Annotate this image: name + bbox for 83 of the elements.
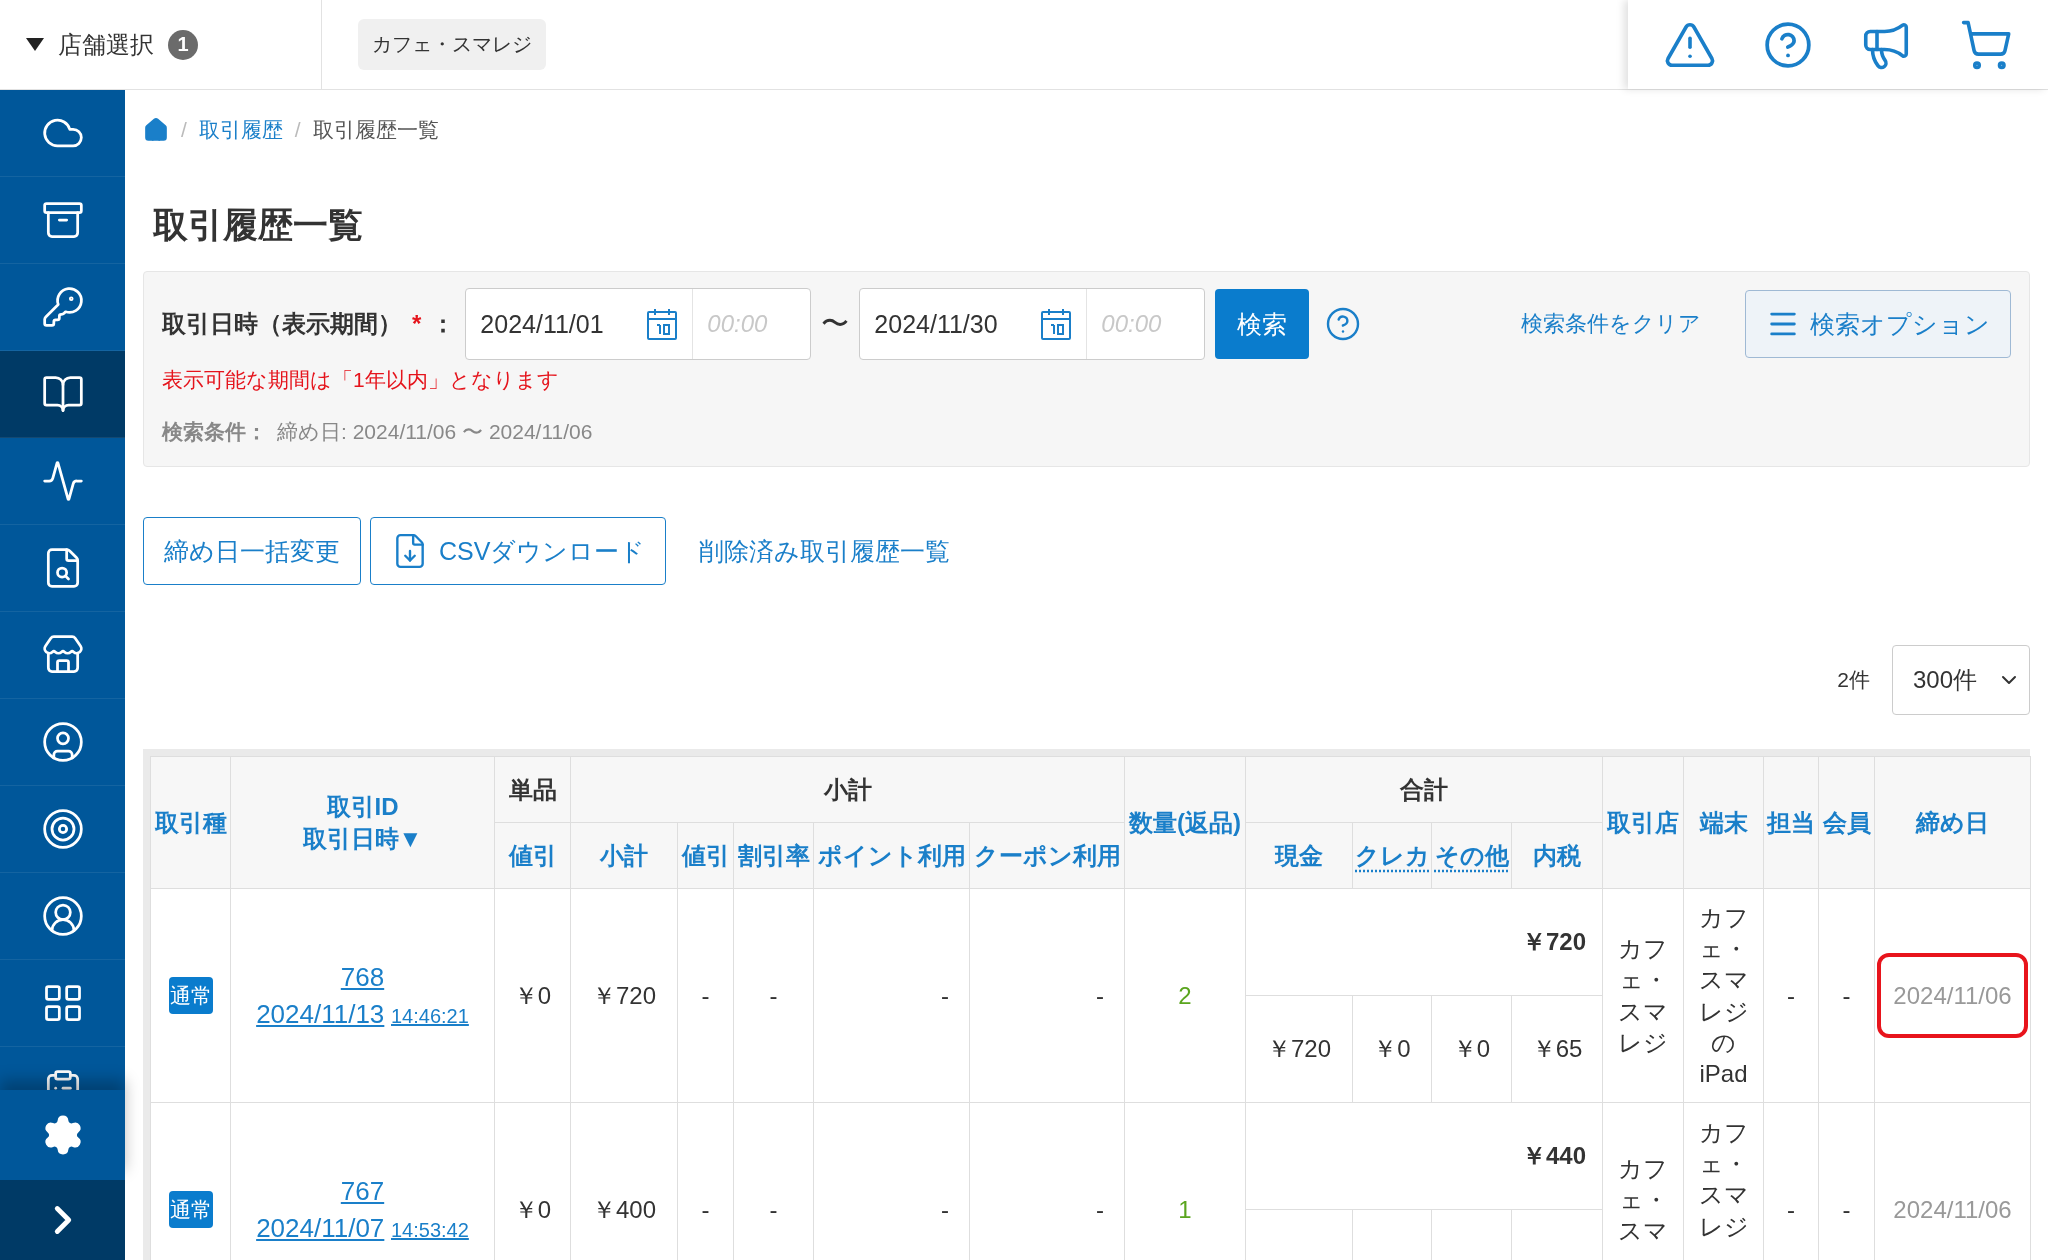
required-mark: * [412, 310, 422, 338]
terminal-cell: カフェ・スマレジのiPad [1683, 888, 1764, 1103]
conditions-text: 締め日: 2024/11/06 〜 2024/11/06 [277, 419, 593, 445]
count-badge: 1 [168, 29, 198, 60]
store-chip: カフェ・スマレジ [358, 19, 546, 70]
column-group-header: 単品 [494, 756, 571, 823]
closing-date: 2024/11/06 [1877, 952, 2028, 1039]
help-icon[interactable] [1325, 306, 1362, 342]
column-header[interactable]: 値引 [677, 822, 734, 889]
table-cell: ￥0 [494, 888, 571, 1103]
result-count: 2件 [1837, 667, 1870, 693]
column-header[interactable]: 会員 [1818, 756, 1875, 889]
column-header[interactable]: 小計 [570, 822, 678, 889]
transaction-time-link[interactable]: 14:46:21 [391, 1004, 469, 1027]
home-icon[interactable] [143, 117, 169, 143]
breadcrumb-current: 取引履歴一覧 [312, 117, 439, 143]
column-group-header: 小計 [570, 756, 1125, 823]
breadcrumb-separator: / [294, 118, 301, 142]
column-header[interactable]: 端末 [1683, 756, 1764, 889]
table-cell: - [969, 888, 1125, 1103]
transaction-id-link[interactable]: 768 [340, 962, 385, 993]
column-header[interactable]: クレカ [1352, 822, 1432, 889]
target-icon [40, 807, 85, 851]
page-size-select[interactable]: 300件 [1892, 645, 2030, 715]
column-group-header: 合計 [1245, 756, 1603, 823]
column-header[interactable]: 締め日 [1874, 756, 2031, 889]
error-message: 表示可能な期間は「1年以内」となります [162, 368, 559, 391]
column-header[interactable]: 現金 [1245, 822, 1353, 889]
type-badge: 通常 [168, 976, 213, 1015]
key-icon [40, 285, 85, 329]
transaction-id-link[interactable]: 767 [340, 1176, 385, 1207]
table-cell: - [677, 888, 734, 1103]
calendar-icon[interactable] [1040, 307, 1073, 341]
type-badge: 通常 [168, 1190, 213, 1229]
table-cell: - [1763, 888, 1819, 1103]
breadcrumb-separator: / [181, 118, 187, 142]
line-chart-icon [40, 459, 85, 503]
colon: ： [431, 309, 456, 339]
sidebar-item[interactable] [0, 351, 125, 438]
column-header[interactable]: 内税 [1511, 822, 1603, 889]
store-cell: カフェ・スマレジ [1602, 888, 1684, 1103]
transaction-time-link[interactable]: 14:53:42 [391, 1218, 469, 1241]
column-header[interactable]: その他 [1431, 822, 1512, 889]
calendar-icon[interactable] [646, 307, 679, 341]
field-label: 取引日時（表示期間） [162, 309, 402, 339]
column-header[interactable]: 値引 [494, 822, 571, 889]
closing-date-button[interactable]: 締め日一括変更 [143, 517, 361, 585]
table-cell: - [813, 888, 970, 1103]
table-cell: ￥720 [570, 888, 678, 1103]
breadcrumb-link[interactable]: 取引履歴 [198, 116, 283, 144]
caret-icon[interactable] [26, 38, 44, 51]
user-icon [40, 894, 85, 938]
store-selector[interactable]: 店舗選択 [58, 28, 154, 61]
table-cell: ￥0 [1352, 995, 1432, 1103]
closing-date: 2024/11/06 [1892, 1194, 2013, 1225]
clear-link[interactable]: 検索条件をクリア [1521, 309, 1701, 339]
help-icon[interactable] [1763, 19, 1813, 70]
column-header[interactable]: ポイント利用 [813, 822, 970, 889]
search-options-button[interactable]: 検索オプション [1745, 290, 2011, 358]
column-header[interactable]: クーポン利用 [969, 822, 1125, 889]
search-button[interactable]: 検索 [1215, 289, 1310, 359]
table-cell: ￥0 [1431, 995, 1512, 1103]
table-cell: - [733, 888, 814, 1103]
total-cell: ￥440 [1245, 1102, 1603, 1210]
table-cell: ￥720 [1245, 995, 1353, 1103]
page-title: 取引履歴一覧 [153, 204, 364, 246]
column-header[interactable]: 取引ID 取引日時▼ [230, 756, 495, 889]
person-icon [40, 720, 85, 764]
transaction-date-link[interactable]: 2024/11/13 [256, 998, 385, 1029]
transaction-date-link[interactable]: 2024/11/07 [256, 1212, 385, 1243]
range-separator: 〜 [821, 307, 850, 341]
table-cell: - [1818, 888, 1875, 1103]
column-header[interactable]: 担当 [1763, 756, 1819, 889]
column-header[interactable]: 割引率 [733, 822, 814, 889]
deleted-history-link[interactable]: 削除済み取引履歴一覧 [699, 534, 951, 568]
conditions-label: 検索条件： [162, 419, 267, 445]
column-header[interactable]: 取引店 [1602, 756, 1684, 889]
total-cell: ￥720 [1245, 888, 1603, 996]
column-header[interactable]: 取引種 [150, 756, 231, 889]
column-header[interactable]: 数量(返品) [1124, 756, 1246, 889]
store-cell: カフェ・スマ [1602, 1102, 1684, 1260]
csv-download-button[interactable]: CSVダウンロード [370, 517, 667, 585]
quantity-cell: 2 [1124, 888, 1246, 1103]
